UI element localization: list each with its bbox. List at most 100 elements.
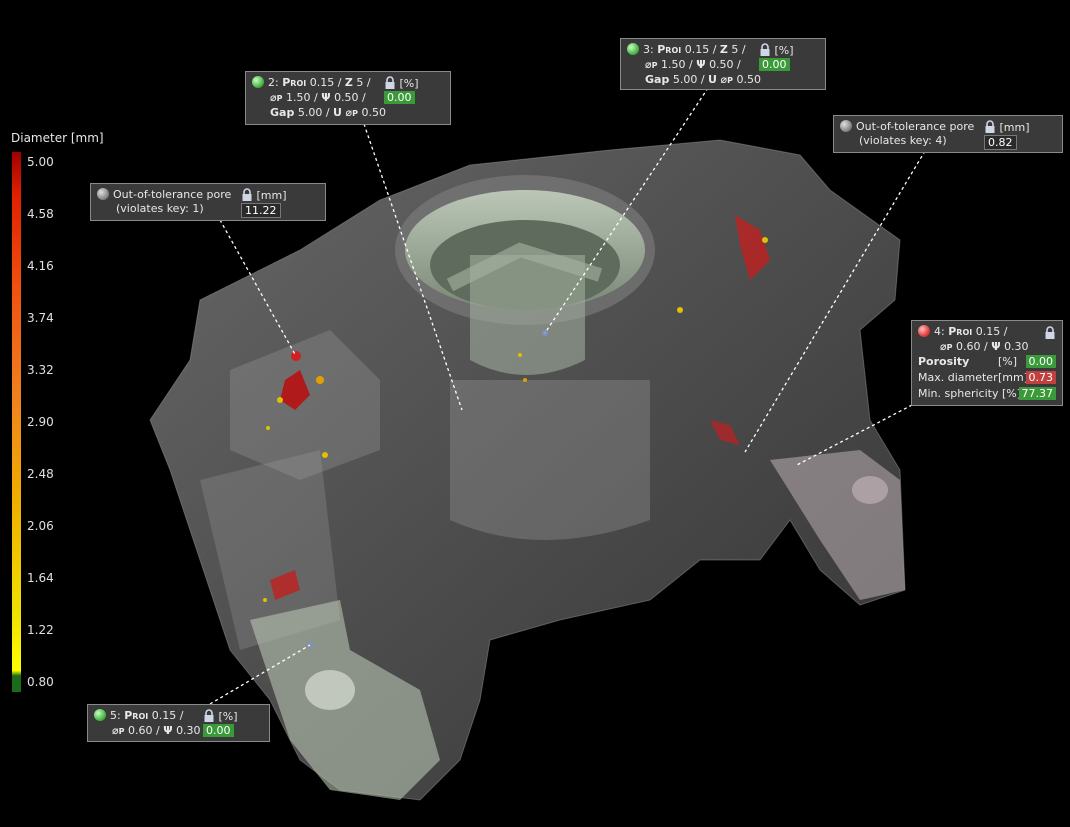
lock-icon[interactable]: [984, 120, 996, 134]
metric-row-porosity: Porosity [%] 0.00: [918, 355, 1056, 371]
annotation-card-key-3[interactable]: 3: PROI 0.15 / Z 5 / [%] 0.00 ⌀P 1.50 / …: [620, 38, 826, 90]
status-ok-icon: [252, 76, 264, 88]
phi-value: 0.60 /: [128, 724, 160, 737]
roi-sub: ROI: [956, 328, 973, 337]
porosity-value: 0.00: [203, 724, 234, 737]
unit-label: [%]: [218, 710, 238, 723]
p-value: 0.15 /: [309, 76, 342, 89]
color-scale-bar: [12, 152, 21, 692]
key-label: 4:: [934, 325, 945, 338]
legend-tick: 1.22: [27, 623, 54, 637]
legend-tick: 2.06: [27, 519, 54, 533]
phi-sub: P: [946, 343, 953, 352]
roi-sub: ROI: [290, 79, 307, 88]
u-value: 0.50: [361, 106, 386, 119]
key-label: 2:: [268, 76, 279, 89]
legend-tick: 1.64: [27, 571, 54, 585]
gap-value: 5.00 /: [672, 73, 705, 86]
lock-icon[interactable]: [759, 43, 771, 57]
phi-label: ⌀: [645, 58, 652, 71]
phi-label: ⌀: [112, 724, 119, 737]
p-value: 0.15 /: [975, 325, 1008, 338]
p-value: 0.15 /: [151, 709, 184, 722]
diameter-value: 0.82: [984, 135, 1017, 150]
u-value: 0.50: [736, 73, 761, 86]
u-phi-sub: P: [352, 109, 358, 118]
u-label: U: [333, 106, 342, 119]
key-label: 5:: [110, 709, 121, 722]
legend-tick: 3.32: [27, 363, 54, 377]
lock-icon[interactable]: [1044, 326, 1056, 340]
z-label: Z: [719, 43, 728, 56]
psi-label: Ψ: [163, 724, 173, 737]
psi-label: Ψ: [321, 91, 331, 104]
u-phi-sub: P: [727, 76, 733, 85]
metric-value: 77.37: [1018, 387, 1056, 400]
porosity-value: 0.00: [759, 58, 790, 71]
metric-unit: [%]: [998, 355, 1018, 368]
unit-label: [mm]: [256, 189, 287, 202]
gap-label: Gap: [270, 106, 295, 119]
lock-icon[interactable]: [241, 188, 253, 202]
metric-label: Porosity: [918, 355, 970, 368]
roi-sub: ROI: [665, 46, 682, 55]
legend-tick: 4.16: [27, 259, 54, 273]
legend-tick: 5.00: [27, 155, 54, 169]
unit-label: [%]: [774, 44, 794, 57]
lock-icon[interactable]: [203, 709, 215, 723]
status-neutral-icon: [97, 188, 109, 200]
status-ok-icon: [627, 43, 639, 55]
annotation-card-oot-4[interactable]: Out-of-tolerance pore [mm] 0.82 (violate…: [833, 115, 1063, 153]
legend-tick: 0.80: [27, 675, 54, 689]
oot-title: Out-of-tolerance pore: [856, 120, 975, 133]
psi-value: 0.30: [176, 724, 201, 737]
z-label: Z: [344, 76, 353, 89]
phi-label: ⌀: [940, 340, 947, 353]
psi-label: Ψ: [696, 58, 706, 71]
diameter-value: 11.22: [241, 203, 281, 218]
phi-value: 1.50 /: [661, 58, 693, 71]
legend-tick: 4.58: [27, 207, 54, 221]
metric-row-min-sphericity: Min. sphericity [%] 77.37: [918, 387, 1056, 403]
status-ok-icon: [94, 709, 106, 721]
z-value: 5 /: [731, 43, 746, 56]
z-value: 5 /: [356, 76, 371, 89]
legend-title: Diameter [mm]: [11, 131, 104, 145]
key-label: 3:: [643, 43, 654, 56]
metric-label: Min. sphericity: [918, 387, 999, 400]
phi-label: ⌀: [270, 91, 277, 104]
annotation-card-key-4[interactable]: 4: PROI 0.15 / ⌀P 0.60 / Ψ 0.30 Porosity…: [911, 320, 1063, 406]
psi-value: 0.30: [1004, 340, 1029, 353]
psi-label: Ψ: [991, 340, 1001, 353]
legend-tick: 3.74: [27, 311, 54, 325]
metric-value: 0.73: [1025, 371, 1056, 384]
annotation-card-key-2[interactable]: 2: PROI 0.15 / Z 5 / [%] 0.00 ⌀P 1.50 / …: [245, 71, 451, 125]
gap-label: Gap: [645, 73, 670, 86]
roi-sub: ROI: [132, 712, 149, 721]
unit-label: [%]: [399, 77, 419, 90]
psi-value: 0.50 /: [709, 58, 741, 71]
porosity-value: 0.00: [384, 91, 415, 104]
annotation-card-key-5[interactable]: 5: PROI 0.15 / [%] 0.00 ⌀P 0.60 / Ψ 0.30: [87, 704, 270, 742]
metric-value: 0.00: [1025, 355, 1056, 368]
metric-unit: [mm]: [998, 371, 1029, 384]
annotation-card-oot-1[interactable]: Out-of-tolerance pore [mm] 11.22 (violat…: [90, 183, 326, 221]
phi-value: 0.60 /: [956, 340, 988, 353]
metric-row-max-diameter: Max. diameter [mm] 0.73: [918, 371, 1056, 387]
gap-value: 5.00 /: [297, 106, 330, 119]
p-value: 0.15 /: [684, 43, 717, 56]
phi-sub: P: [276, 94, 283, 103]
legend-tick: 2.48: [27, 467, 54, 481]
phi-sub: P: [651, 61, 658, 70]
lock-icon[interactable]: [384, 76, 396, 90]
phi-sub: P: [118, 727, 125, 736]
status-neutral-icon: [840, 120, 852, 132]
legend-tick: 2.90: [27, 415, 54, 429]
psi-value: 0.50 /: [334, 91, 366, 104]
oot-title: Out-of-tolerance pore: [113, 188, 232, 201]
status-fail-icon: [918, 325, 930, 337]
casting-part: [149, 139, 906, 801]
unit-label: [mm]: [999, 121, 1030, 134]
phi-value: 1.50 /: [286, 91, 318, 104]
metric-label: Max. diameter: [918, 371, 998, 384]
